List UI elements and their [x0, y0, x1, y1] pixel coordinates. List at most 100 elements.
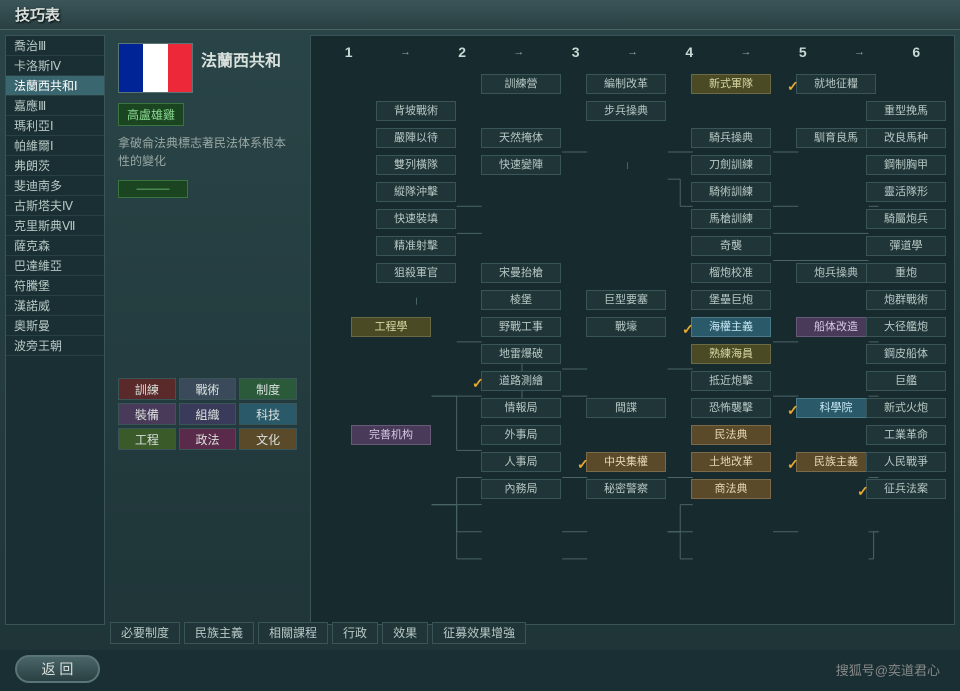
tech-node[interactable]: 戰壕: [586, 317, 666, 337]
tech-node[interactable]: 棱堡: [481, 290, 561, 310]
tech-node[interactable]: 巨型要塞: [586, 290, 666, 310]
tech-node[interactable]: 情報局: [481, 398, 561, 418]
sidebar-item[interactable]: 瑪利亞Ⅰ: [6, 116, 104, 136]
window-title: 技巧表: [0, 0, 960, 30]
tech-node[interactable]: 人民戰爭: [866, 452, 946, 472]
category-button[interactable]: 科技: [239, 403, 297, 425]
tech-node[interactable]: 工程學: [351, 317, 431, 337]
tech-node[interactable]: 狙殺軍官: [376, 263, 456, 283]
category-button[interactable]: 組織: [179, 403, 237, 425]
tech-node[interactable]: 精准射擊: [376, 236, 456, 256]
sidebar-item[interactable]: 巴達維亞: [6, 256, 104, 276]
tech-node[interactable]: 騎屬炮兵: [866, 209, 946, 229]
tech-node[interactable]: 道路測繪✓: [481, 371, 561, 391]
tech-node[interactable]: 商法典: [691, 479, 771, 499]
category-button[interactable]: 戰術: [179, 378, 237, 400]
tech-node[interactable]: 雙列橫隊: [376, 155, 456, 175]
sidebar-item[interactable]: 古斯塔夫Ⅳ: [6, 196, 104, 216]
tech-node[interactable]: 炮群戰術: [866, 290, 946, 310]
sidebar-item[interactable]: 波旁王朝: [6, 336, 104, 356]
tech-node[interactable]: 科學院✓: [796, 398, 876, 418]
bb-label-effect: 效果: [382, 622, 428, 644]
bottom-bar: 必要制度 民族主義 相關課程 行政 效果 征募效果增強: [110, 621, 955, 645]
category-button[interactable]: 裝備: [118, 403, 176, 425]
tech-node[interactable]: 秘密警察: [586, 479, 666, 499]
sidebar-item[interactable]: 奧斯曼: [6, 316, 104, 336]
tech-node[interactable]: 榴炮校准: [691, 263, 771, 283]
tech-node[interactable]: 外事局: [481, 425, 561, 445]
tech-node[interactable]: 人事局: [481, 452, 561, 472]
sidebar-item[interactable]: 卡洛斯Ⅳ: [6, 56, 104, 76]
faction-tag: 高盧雄雞: [118, 103, 184, 126]
category-button[interactable]: 制度: [239, 378, 297, 400]
tech-node[interactable]: 巨艦: [866, 371, 946, 391]
tech-node[interactable]: 堡壘巨炮: [691, 290, 771, 310]
tech-node[interactable]: 彈道學: [866, 236, 946, 256]
tech-node[interactable]: 背坡戰術: [376, 101, 456, 121]
tech-node[interactable]: 野戰工事: [481, 317, 561, 337]
tech-node[interactable]: 天然掩体: [481, 128, 561, 148]
tech-node[interactable]: 鋼皮船体: [866, 344, 946, 364]
tech-node[interactable]: 重炮: [866, 263, 946, 283]
arrow-icon: →: [513, 46, 524, 58]
tech-node[interactable]: 宋曼抬槍: [481, 263, 561, 283]
sidebar-item[interactable]: 符騰堡: [6, 276, 104, 296]
arrow-icon: →: [400, 46, 411, 58]
tech-node[interactable]: 鋼制胸甲: [866, 155, 946, 175]
tech-node[interactable]: 馬槍訓練: [691, 209, 771, 229]
back-button[interactable]: 返 回: [15, 655, 100, 683]
tech-node[interactable]: 訓練營: [481, 74, 561, 94]
tech-node[interactable]: 快速裝填: [376, 209, 456, 229]
tech-node[interactable]: 步兵操典: [586, 101, 666, 121]
tech-node[interactable]: 熟練海員: [691, 344, 771, 364]
tech-node[interactable]: 民法典: [691, 425, 771, 445]
tech-node[interactable]: 改良馬种: [866, 128, 946, 148]
tech-node[interactable]: 縱隊沖擊: [376, 182, 456, 202]
tech-node[interactable]: 中央集權✓: [586, 452, 666, 472]
tech-node[interactable]: 完善机构: [351, 425, 431, 445]
sidebar-item[interactable]: 喬治Ⅲ: [6, 36, 104, 56]
tech-node[interactable]: 炮兵操典: [796, 263, 876, 283]
sidebar-item[interactable]: 法蘭西共和Ⅰ: [6, 76, 104, 96]
tech-node[interactable]: 騎術訓練: [691, 182, 771, 202]
tech-node[interactable]: 征兵法案✓: [866, 479, 946, 499]
tech-node[interactable]: 騎兵操典: [691, 128, 771, 148]
tech-node[interactable]: 大径艦炮: [866, 317, 946, 337]
category-button[interactable]: 政法: [179, 428, 237, 450]
tech-node[interactable]: 就地征糧✓: [796, 74, 876, 94]
sidebar-item[interactable]: 帕維爾Ⅰ: [6, 136, 104, 156]
tech-node[interactable]: 地雷爆破: [481, 344, 561, 364]
tech-node[interactable]: 新式軍隊: [691, 74, 771, 94]
tech-node[interactable]: 土地改革: [691, 452, 771, 472]
sidebar-item[interactable]: 克里斯典Ⅶ: [6, 216, 104, 236]
faction-progress: ———: [118, 180, 188, 198]
tech-node[interactable]: 民族主義✓: [796, 452, 876, 472]
category-button[interactable]: 訓練: [118, 378, 176, 400]
tech-node[interactable]: 快速變陣: [481, 155, 561, 175]
tech-node[interactable]: 馴育良馬: [796, 128, 876, 148]
sidebar-item[interactable]: 弗朗茨: [6, 156, 104, 176]
tech-node[interactable]: 靈活隊形: [866, 182, 946, 202]
tech-node[interactable]: 工業革命: [866, 425, 946, 445]
category-button[interactable]: 文化: [239, 428, 297, 450]
sidebar-item[interactable]: 薩克森: [6, 236, 104, 256]
tech-node[interactable]: 嚴陣以待: [376, 128, 456, 148]
tech-node[interactable]: 船体改造: [796, 317, 876, 337]
tech-node[interactable]: 編制改革: [586, 74, 666, 94]
tech-node[interactable]: 新式火炮: [866, 398, 946, 418]
tech-node[interactable]: 恐怖襲擊: [691, 398, 771, 418]
tech-node[interactable]: 奇襲: [691, 236, 771, 256]
tech-node[interactable]: 抵近炮擊: [691, 371, 771, 391]
sidebar-item[interactable]: 嘉應Ⅲ: [6, 96, 104, 116]
tech-node[interactable]: 內務局: [481, 479, 561, 499]
tech-node[interactable]: 海權主義✓: [691, 317, 771, 337]
column-number: 2: [458, 44, 466, 60]
tech-node[interactable]: 重型挽馬: [866, 101, 946, 121]
sidebar-item[interactable]: 斐迪南多: [6, 176, 104, 196]
column-number: 6: [912, 44, 920, 60]
bb-value-effect: 征募效果增強: [432, 622, 526, 644]
tech-node[interactable]: 刀劍訓練: [691, 155, 771, 175]
tech-node[interactable]: 間諜: [586, 398, 666, 418]
category-button[interactable]: 工程: [118, 428, 176, 450]
sidebar-item[interactable]: 漢諾威: [6, 296, 104, 316]
